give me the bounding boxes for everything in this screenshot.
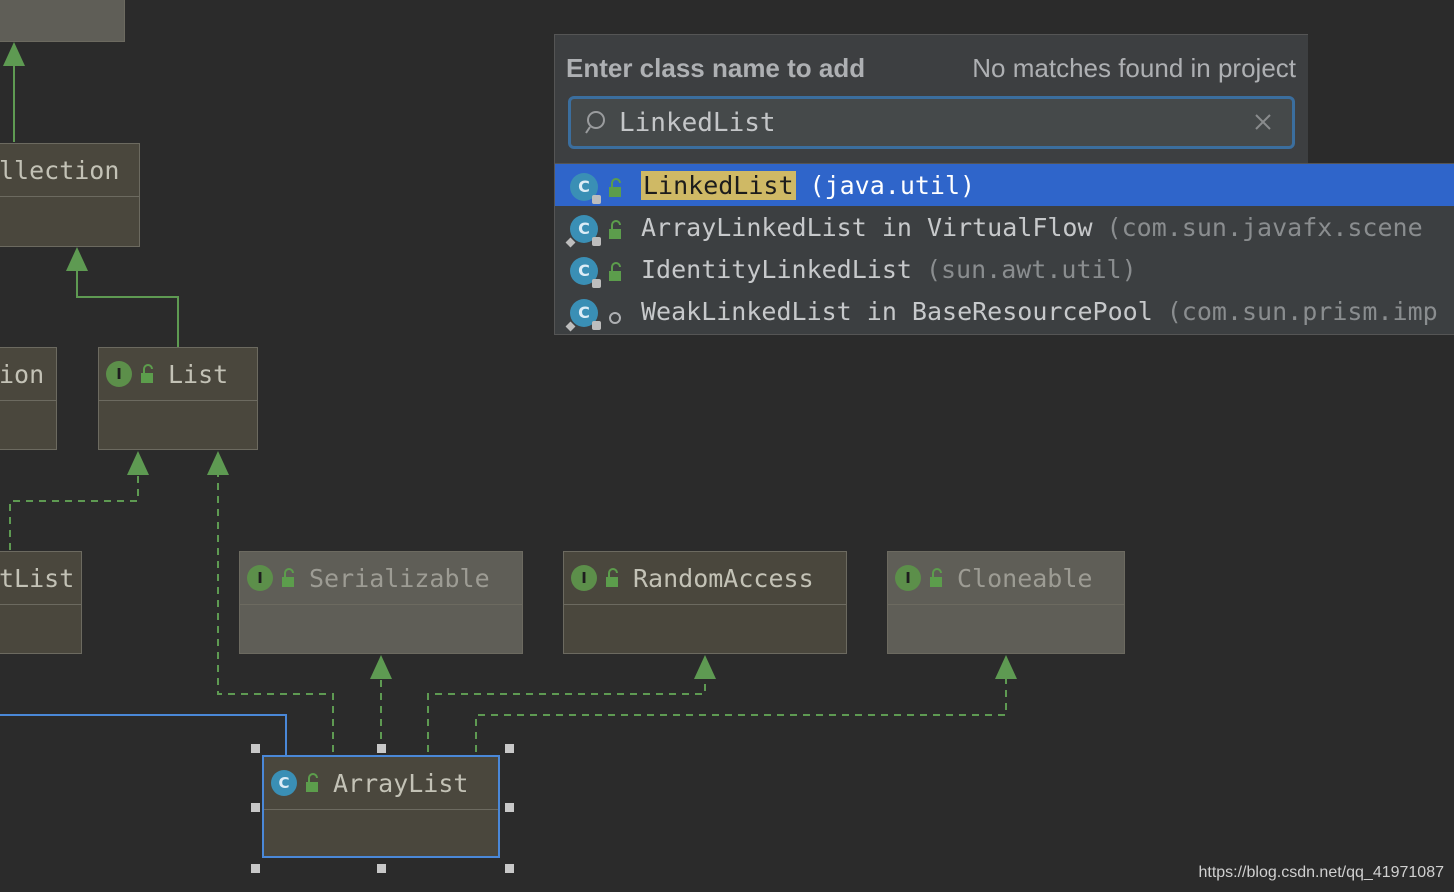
- interface-icon: I: [895, 565, 921, 591]
- class-icon: C: [570, 169, 601, 204]
- unlock-icon: [606, 217, 624, 239]
- arrowhead: [3, 42, 25, 66]
- uml-node-abstractlist[interactable]: tList: [0, 551, 82, 654]
- unlock-icon: [606, 568, 618, 587]
- result-name: IdentityLinkedList: [641, 254, 912, 284]
- resize-handle[interactable]: [505, 803, 514, 812]
- result-package: (com.sun.javafx.scene: [1106, 212, 1423, 242]
- class-icon: C: [271, 770, 297, 796]
- node-name: List: [168, 359, 229, 389]
- arrowhead: [370, 655, 392, 679]
- result-package: (sun.awt.util): [925, 254, 1137, 284]
- lock-overlay-icon: [592, 194, 601, 204]
- resize-handle[interactable]: [251, 744, 260, 753]
- node-name: Cloneable: [957, 563, 1093, 593]
- interface-icon: I: [106, 361, 132, 387]
- lock-overlay-icon: [592, 320, 601, 330]
- popup-status: No matches found in project: [972, 53, 1296, 83]
- unlock-icon: [606, 259, 624, 281]
- edge-arraylist-implements-randomaccess: [427, 670, 706, 752]
- unlock-icon: [282, 568, 294, 587]
- uml-node-serializable[interactable]: I Serializable: [239, 551, 523, 654]
- node-name: llection: [0, 155, 120, 185]
- result-item[interactable]: C WeakLinkedList in BaseResourcePool (com.…: [555, 290, 1454, 332]
- uml-node-partial-ion[interactable]: ion: [0, 347, 57, 450]
- unlock-icon: [141, 364, 153, 383]
- uml-node-randomaccess[interactable]: I RandomAccess: [563, 551, 847, 654]
- search-icon: [585, 111, 605, 134]
- uml-node-list[interactable]: I List: [98, 347, 258, 450]
- clear-icon[interactable]: [1254, 113, 1272, 131]
- resize-handle[interactable]: [251, 864, 260, 873]
- class-search-input[interactable]: [619, 103, 1239, 143]
- result-item[interactable]: C IdentityLinkedList (sun.awt.util): [555, 248, 1454, 290]
- resize-handle[interactable]: [505, 744, 514, 753]
- node-name: ArrayList: [333, 768, 469, 798]
- class-icon: C: [570, 253, 601, 288]
- interface-icon: I: [247, 565, 273, 591]
- arrowhead: [207, 451, 229, 475]
- resize-handle[interactable]: [377, 864, 386, 873]
- watermark: https://blog.csdn.net/qq_41971087: [1198, 864, 1444, 881]
- resize-handle[interactable]: [251, 803, 260, 812]
- class-search-box[interactable]: [568, 96, 1295, 149]
- result-item[interactable]: C LinkedList (java.util): [555, 164, 1454, 206]
- result-item[interactable]: C ArrayLinkedList in VirtualFlow (com.sun.…: [555, 206, 1454, 248]
- unlock-icon: [930, 568, 942, 587]
- result-name: WeakLinkedList in BaseResourcePool: [641, 296, 1153, 326]
- result-package: (java.util): [809, 170, 976, 200]
- uml-node-top-partial[interactable]: [0, 0, 125, 42]
- arrowhead: [66, 247, 88, 271]
- node-name: ion: [0, 359, 45, 389]
- result-name: ArrayLinkedList in VirtualFlow: [641, 212, 1093, 242]
- match-highlight: LinkedList: [641, 170, 796, 200]
- uml-node-arraylist[interactable]: C ArrayList: [262, 755, 500, 858]
- class-icon: C: [565, 295, 601, 332]
- interface-icon: I: [571, 565, 597, 591]
- unlock-icon: [606, 175, 624, 197]
- arrowhead: [694, 655, 716, 679]
- arrowhead: [995, 655, 1017, 679]
- resize-handle[interactable]: [377, 744, 386, 753]
- package-private-icon: [606, 301, 624, 324]
- lock-overlay-icon: [592, 236, 601, 246]
- edge-selected-association: [0, 714, 287, 756]
- node-name: RandomAccess: [633, 563, 814, 593]
- resize-handle[interactable]: [505, 864, 514, 873]
- class-icon: C: [565, 211, 601, 248]
- result-package: (com.sun.prism.imp: [1166, 296, 1438, 326]
- add-class-popup: Enter class name to add No matches found…: [554, 34, 1308, 165]
- uml-node-collection[interactable]: llection: [0, 143, 140, 247]
- edge-abstractlist-implements-list: [9, 467, 139, 550]
- edge-arraylist-implements-cloneable: [475, 670, 1007, 752]
- edge-list-extends-collection: [76, 262, 179, 347]
- lock-overlay-icon: [592, 278, 601, 288]
- node-name: tList: [0, 563, 75, 593]
- class-results-list: C LinkedList (java.util) C ArrayLinkedList i…: [554, 163, 1454, 335]
- node-name: Serializable: [309, 563, 490, 593]
- uml-node-cloneable[interactable]: I Cloneable: [887, 551, 1125, 654]
- popup-title: Enter class name to add: [566, 53, 866, 83]
- arrowhead: [127, 451, 149, 475]
- unlock-icon: [306, 773, 318, 792]
